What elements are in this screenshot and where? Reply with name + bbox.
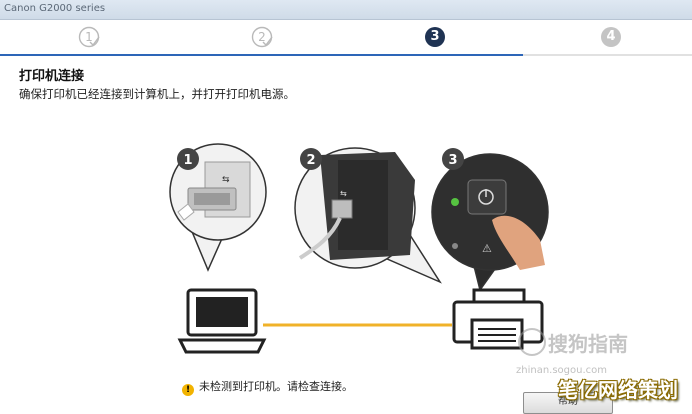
warning-icon: ! — [182, 384, 194, 396]
power-button-bubble: ⚠ — [431, 153, 549, 292]
step-progress: 1 2 3 4 — [0, 20, 692, 56]
callout-2-badge: 2 — [300, 148, 322, 170]
step-4: 4 — [600, 26, 622, 48]
callout-2-number: 2 — [306, 153, 315, 168]
svg-text:⇆: ⇆ — [340, 189, 347, 198]
step-4-number: 4 — [606, 29, 616, 44]
window-title: Canon G2000 series — [4, 3, 106, 14]
callout-1-number: 1 — [183, 153, 192, 168]
sogou-logo-icon — [518, 328, 546, 356]
step-3-number: 3 — [430, 29, 440, 44]
callout-3-badge: 3 — [442, 148, 464, 170]
sogou-watermark: 搜狗指南 — [518, 328, 628, 357]
site-watermark: 笔亿网络策划 — [558, 378, 678, 402]
step-line-done — [0, 54, 523, 56]
step-line-pending — [523, 54, 692, 56]
callout-3-number: 3 — [448, 153, 457, 168]
svg-text:⚠: ⚠ — [482, 242, 492, 255]
svg-text:⇆: ⇆ — [222, 175, 230, 185]
window-title-bar: Canon G2000 series — [0, 0, 692, 20]
step-1-number: 1 — [85, 30, 93, 44]
page-description: 确保打印机已经连接到计算机上，并打开打印机电源。 — [19, 87, 295, 101]
step-1: 1 — [78, 26, 100, 48]
page-heading: 打印机连接 — [19, 69, 85, 84]
step-3: 3 — [424, 26, 446, 48]
step-2-number: 2 — [258, 30, 266, 44]
callout-1-badge: 1 — [177, 148, 199, 170]
connection-status: ! 未检测到打印机。请检查连接。 — [182, 378, 353, 396]
laptop-icon — [177, 288, 267, 354]
status-text: 未检测到打印机。请检查连接。 — [199, 380, 353, 393]
step-2: 2 — [251, 26, 273, 48]
